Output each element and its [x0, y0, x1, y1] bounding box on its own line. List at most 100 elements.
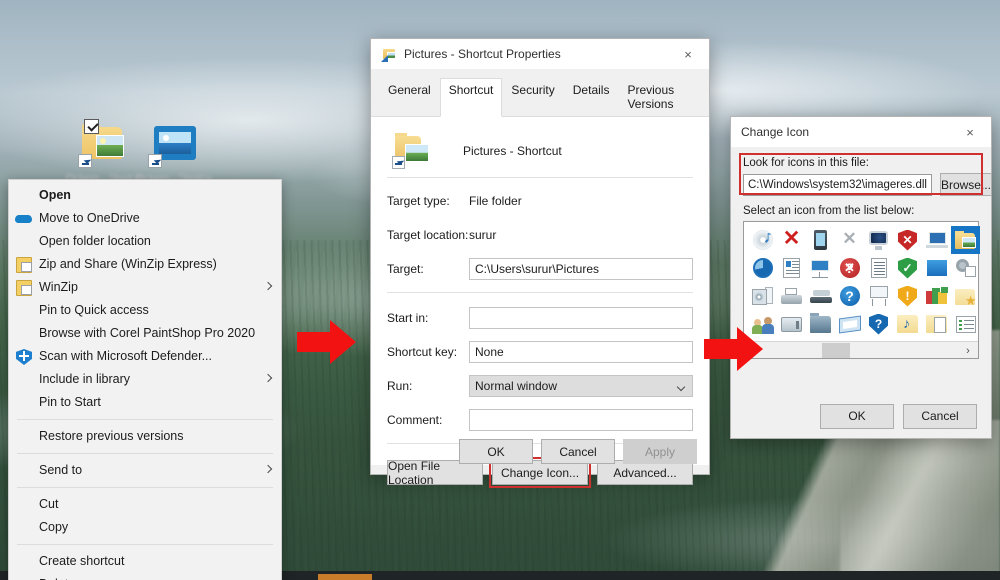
gear-page-icon [955, 259, 976, 277]
icon-file-path-input[interactable]: C:\Windows\system32\imageres.dll [743, 173, 932, 196]
icon-cell-green-shield-check[interactable]: ✓ [893, 254, 922, 282]
context-menu-item-create-shortcut[interactable]: Create shortcut [9, 550, 281, 573]
icon-cell-red-x[interactable]: ✕ [777, 226, 806, 254]
icon-cell-color-folders[interactable] [922, 282, 951, 310]
icon-cell-blue-folder[interactable] [806, 310, 835, 338]
icon-cell-tablet[interactable] [806, 226, 835, 254]
pie-chart-icon [752, 258, 773, 278]
icon-cell-document-text[interactable] [777, 254, 806, 282]
properties-tab-strip[interactable]: General Shortcut Security Details Previous V… [371, 69, 709, 117]
shortcut-properties-dialog[interactable]: Pictures - Shortcut Properties × General… [370, 38, 710, 488]
context-menu-item-include-in-library[interactable]: Include in library [9, 368, 281, 391]
change-icon-ok-button[interactable]: OK [820, 403, 894, 429]
properties-footer-buttons[interactable]: OK Cancel Apply [371, 429, 709, 474]
context-menu-item-label: Open folder location [39, 234, 151, 248]
context-menu-item-pin-to-start[interactable]: Pin to Start [9, 391, 281, 414]
close-icon[interactable]: × [949, 117, 991, 147]
tab-shortcut[interactable]: Shortcut [439, 78, 503, 117]
icon-list-box[interactable]: ✕ ✕ ✕ ✕ ✓! ★? › [743, 221, 980, 359]
tab-general[interactable]: General [379, 78, 440, 117]
context-menu-item-delete[interactable]: Delete [9, 573, 281, 580]
properties-title-bar[interactable]: Pictures - Shortcut Properties × [371, 39, 709, 69]
menu-separator [17, 419, 273, 420]
icon-cell-red-circle-x[interactable]: ✕ [835, 254, 864, 282]
browse-button[interactable]: Browse... [939, 173, 992, 196]
context-menu-item-label: Send to [39, 463, 83, 477]
icon-grid[interactable]: ✕ ✕ ✕ ✕ ✓! ★? [744, 222, 980, 340]
onedrive-icon [15, 215, 32, 223]
documents-folder-icon [926, 315, 947, 333]
divider [387, 292, 693, 293]
context-menu-item-label: Create shortcut [39, 554, 125, 568]
context-menu-item-browse-with-corel-paintshop-pro-2020[interactable]: Browse with Corel PaintShop Pro 2020 [9, 322, 281, 345]
icon-cell-documents-folder[interactable] [922, 310, 951, 338]
context-menu-item-open[interactable]: Open [9, 184, 281, 207]
icon-cell-gray-x[interactable]: ✕ [835, 226, 864, 254]
icon-cell-scanner[interactable] [806, 282, 835, 310]
selection-checkbox[interactable] [84, 119, 99, 134]
shortcut-icon [381, 46, 397, 62]
icon-cell-window-3d[interactable] [835, 310, 864, 338]
taskbar-active-app[interactable] [318, 574, 372, 580]
field-value-run[interactable]: Normal window [469, 375, 693, 397]
red-x-icon: ✕ [782, 227, 801, 250]
icon-cell-blue-shield-question[interactable]: ? [864, 310, 893, 338]
icon-cell-blue-question-circle[interactable] [835, 282, 864, 310]
context-menu-item-restore-previous-versions[interactable]: Restore previous versions [9, 425, 281, 448]
field-value-shortcut-key[interactable]: None [469, 341, 693, 363]
cancel-button[interactable]: Cancel [541, 439, 615, 464]
change-icon-cancel-button[interactable]: Cancel [903, 403, 977, 429]
scrollbar-thumb[interactable] [822, 343, 850, 358]
context-menu-item-label: Pin to Start [39, 395, 101, 409]
field-value-comment[interactable] [469, 409, 693, 431]
tab-details[interactable]: Details [564, 78, 619, 117]
desktop-context-menu[interactable]: Open Move to OneDrive Open folder location… [8, 179, 282, 580]
field-value-target[interactable]: C:\Users\surur\Pictures [469, 258, 693, 280]
ok-button[interactable]: OK [459, 439, 533, 464]
horizontal-scrollbar[interactable]: › [744, 341, 978, 358]
change-icon-title-bar[interactable]: Change Icon × [731, 117, 991, 147]
context-menu-item-open-folder-location[interactable]: Open folder location [9, 230, 281, 253]
icon-cell-gear-page[interactable] [951, 254, 980, 282]
icon-cell-red-shield-error[interactable]: ✕ [893, 226, 922, 254]
close-icon[interactable]: × [667, 39, 709, 69]
chevron-right-icon [263, 373, 273, 383]
icon-cell-laptop[interactable] [922, 226, 951, 254]
context-menu-item-scan-with-microsoft-defender[interactable]: Scan with Microsoft Defender... [9, 345, 281, 368]
icon-cell-computer-monitor[interactable] [864, 226, 893, 254]
context-menu-item-send-to[interactable]: Send to [9, 459, 281, 482]
change-icon-footer-buttons[interactable]: OK Cancel [731, 394, 991, 438]
icon-cell-printer[interactable] [777, 282, 806, 310]
path-row[interactable]: C:\Windows\system32\imageres.dll Browse.… [743, 173, 992, 196]
tab-security[interactable]: Security [502, 78, 563, 117]
chevron-right-icon[interactable]: › [960, 343, 976, 358]
icon-cell-hard-drive[interactable] [777, 310, 806, 338]
icon-cell-blue-square[interactable] [922, 254, 951, 282]
icon-cell-presentation[interactable] [806, 254, 835, 282]
icon-cell-whiteboard[interactable] [864, 282, 893, 310]
icon-cell-document[interactable] [864, 254, 893, 282]
icon-cell-checklist[interactable] [951, 310, 980, 338]
icon-cell-pictures-folder[interactable] [951, 226, 980, 254]
field-label-target-type: Target type: [387, 194, 450, 208]
context-menu-item-copy[interactable]: Copy [9, 516, 281, 539]
desktop-icon-pictures-shortcut[interactable]: Pictures - Shortcut [66, 119, 142, 183]
icon-cell-favorites-folder[interactable]: ★ [951, 282, 980, 310]
icon-cell-cd-case[interactable] [748, 282, 777, 310]
shortcut-name: Pictures - Shortcut [463, 144, 562, 158]
field-selected-value: Normal window [475, 379, 558, 393]
context-menu-item-winzip[interactable]: WinZip [9, 276, 281, 299]
context-menu-item-label: Cut [39, 497, 59, 511]
context-menu-item-move-to-onedrive[interactable]: Move to OneDrive [9, 207, 281, 230]
context-menu-item-pin-to-quick-access[interactable]: Pin to Quick access [9, 299, 281, 322]
icon-cell-music-folder[interactable] [893, 310, 922, 338]
field-value-start-in[interactable] [469, 307, 693, 329]
context-menu-item-cut[interactable]: Cut [9, 493, 281, 516]
icon-cell-audio-cd[interactable] [748, 226, 777, 254]
desktop-icon-pictures-shortcut-2[interactable]: Pictures - Shortcut [136, 122, 212, 183]
icon-cell-pie-chart[interactable] [748, 254, 777, 282]
tab-previous-versions[interactable]: Previous Versions [618, 78, 701, 117]
icon-cell-yellow-shield-warning[interactable]: ! [893, 282, 922, 310]
change-icon-dialog[interactable]: Change Icon × Look for icons in this fil… [730, 116, 992, 439]
context-menu-item-zip-and-share-winzip-express[interactable]: Zip and Share (WinZip Express) [9, 253, 281, 276]
